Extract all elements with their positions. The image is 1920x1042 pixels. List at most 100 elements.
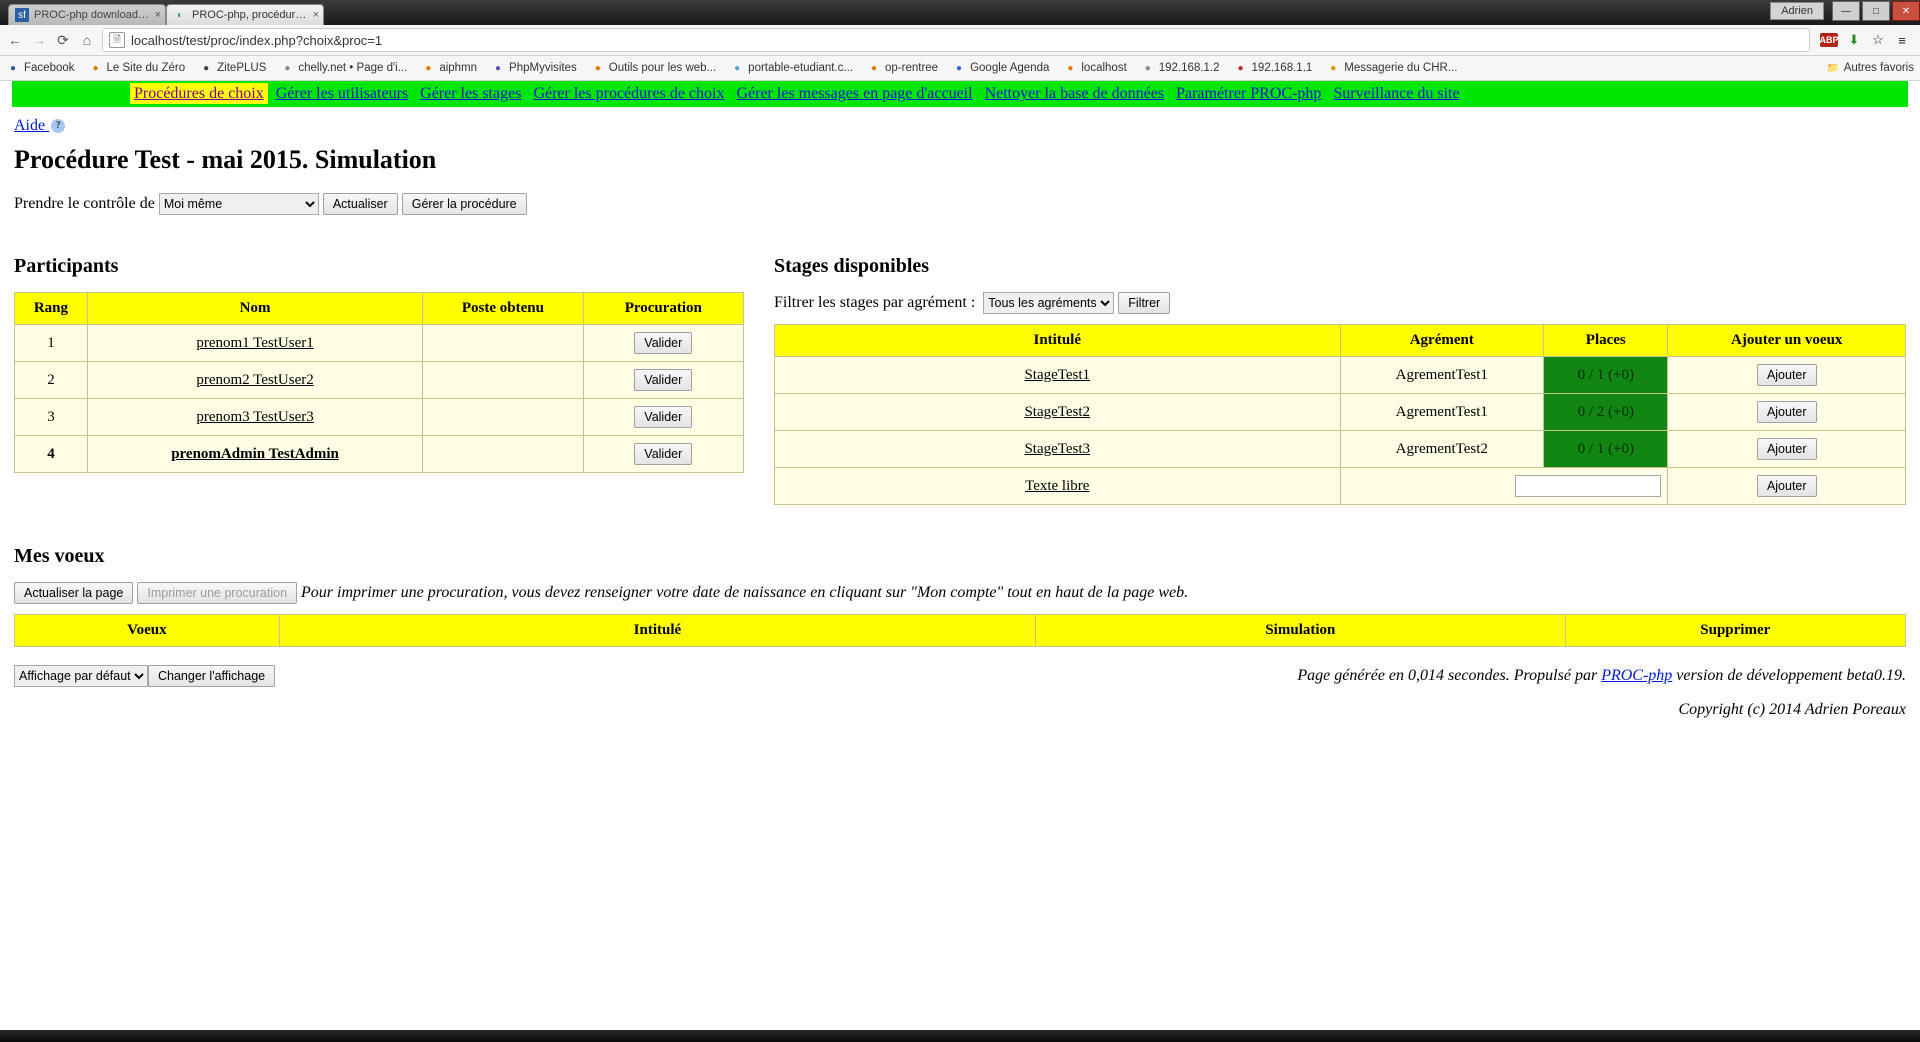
cell-stage-title: StageTest1 <box>775 357 1341 394</box>
bookmark-item[interactable]: ● Messagerie du CHR... <box>1326 61 1457 75</box>
bookmark-icon: ● <box>1326 61 1340 75</box>
table-row: 3prenom3 TestUser3Valider <box>15 399 744 436</box>
nav-item[interactable]: Nettoyer la base de données <box>981 83 1168 104</box>
bookmark-icon: ● <box>952 61 966 75</box>
back-icon[interactable]: ← <box>6 31 24 49</box>
bookmark-item[interactable]: ●Facebook <box>6 61 75 75</box>
display-select[interactable]: Affichage par défaut <box>14 665 148 687</box>
bookmark-item[interactable]: ●192.168.1.2 <box>1141 61 1220 75</box>
participant-link[interactable]: prenom3 TestUser3 <box>196 409 313 425</box>
reload-icon[interactable]: ⟳ <box>54 31 72 49</box>
browser-tab-1[interactable]: ◐ PROC-php, procédure de ... × <box>166 4 324 25</box>
url-text: localhost/test/proc/index.php?choix&proc… <box>131 33 382 48</box>
refresh-button[interactable]: Actualiser <box>323 193 398 215</box>
th-voeux-title: Intitulé <box>279 615 1035 647</box>
add-button[interactable]: Ajouter <box>1757 438 1817 460</box>
stage-link[interactable]: StageTest3 <box>1024 441 1090 457</box>
bookmark-label: 192.168.1.1 <box>1252 62 1313 74</box>
bookmark-item[interactable]: ●ZitePLUS <box>199 61 266 75</box>
bookmark-item[interactable]: ●PhpMyvisites <box>491 61 577 75</box>
bookmark-icon: ● <box>491 61 505 75</box>
browser-tab-0[interactable]: sf PROC-php download | So... × <box>8 4 166 25</box>
close-icon[interactable]: × <box>313 9 319 21</box>
participant-link[interactable]: prenom2 TestUser2 <box>196 372 313 388</box>
validate-button[interactable]: Valider <box>634 443 692 465</box>
nav-item[interactable]: Gérer les messages en page d'accueil <box>732 83 976 104</box>
bookmark-star-icon[interactable]: ☆ <box>1870 32 1886 48</box>
change-display-button[interactable]: Changer l'affichage <box>148 665 275 687</box>
bookmark-item[interactable]: ●aiphmn <box>421 61 477 75</box>
bookmark-label: Messagerie du CHR... <box>1344 62 1457 74</box>
close-icon[interactable]: × <box>155 9 161 21</box>
forward-icon[interactable]: → <box>30 31 48 49</box>
cell-name: prenomAdmin TestAdmin <box>87 436 422 473</box>
cell-stage-add: Ajouter <box>1668 357 1906 394</box>
bookmark-item[interactable]: ●192.168.1.1 <box>1234 61 1313 75</box>
th-name: Nom <box>87 293 422 325</box>
footer-generated: Page générée en 0,014 secondes. Propulsé… <box>1297 667 1906 685</box>
cell-stage-agr: AgrementTest2 <box>1340 431 1544 468</box>
refresh-page-button[interactable]: Actualiser la page <box>14 582 133 604</box>
add-button[interactable]: Ajouter <box>1757 475 1817 497</box>
cell-stage-title: StageTest3 <box>775 431 1341 468</box>
participant-link[interactable]: prenom1 TestUser1 <box>196 335 313 351</box>
add-button[interactable]: Ajouter <box>1757 364 1817 386</box>
nav-item[interactable]: Gérer les stages <box>416 83 525 104</box>
help-icon: ? <box>51 119 65 133</box>
add-button[interactable]: Ajouter <box>1757 401 1817 423</box>
nav-item[interactable]: Surveillance du site <box>1329 83 1463 104</box>
stage-link[interactable]: StageTest1 <box>1024 367 1090 383</box>
validate-button[interactable]: Valider <box>634 369 692 391</box>
th-post: Poste obtenu <box>423 293 583 325</box>
nav-item[interactable]: Gérer les utilisateurs <box>272 83 412 104</box>
stages-table: Intitulé Agrément Places Ajouter un voeu… <box>774 324 1906 505</box>
abp-icon[interactable]: ABP <box>1820 33 1838 47</box>
free-text-input[interactable] <box>1515 475 1661 497</box>
proc-php-link[interactable]: PROC-php <box>1601 667 1672 684</box>
filter-select[interactable]: Tous les agréments <box>983 292 1114 314</box>
cell-stage-agr: AgrementTest1 <box>1340 394 1544 431</box>
th-voeux-sim: Simulation <box>1036 615 1565 647</box>
nav-item[interactable]: Procédures de choix <box>130 83 268 104</box>
bookmark-item[interactable]: ●op-rentree <box>867 61 938 75</box>
os-taskbar[interactable] <box>0 1030 1920 1042</box>
address-bar[interactable]: 🗎 localhost/test/proc/index.php?choix&pr… <box>102 28 1810 52</box>
filter-row: Filtrer les stages par agrément : Tous l… <box>774 292 1906 314</box>
bookmark-item[interactable]: ●chelly.net • Page d'i... <box>280 61 407 75</box>
extension-icon[interactable]: ⬇ <box>1846 32 1862 48</box>
bookmark-icon: ● <box>591 61 605 75</box>
cell-post <box>423 325 583 362</box>
other-bookmarks[interactable]: 📁 Autres favoris <box>1826 61 1914 75</box>
stage-link[interactable]: StageTest2 <box>1024 404 1090 420</box>
free-text-link[interactable]: Texte libre <box>1025 478 1089 494</box>
nav-item[interactable]: Gérer les procédures de choix <box>529 83 728 104</box>
help-link[interactable]: Aide <box>14 117 49 134</box>
bookmark-label: localhost <box>1081 62 1126 74</box>
filter-label: Filtrer les stages par agrément : <box>774 294 975 311</box>
cell-proxy: Valider <box>583 362 743 399</box>
th-stage-agr: Agrément <box>1340 325 1544 357</box>
bookmark-icon: ● <box>421 61 435 75</box>
validate-button[interactable]: Valider <box>634 406 692 428</box>
table-row: 1prenom1 TestUser1Valider <box>15 325 744 362</box>
bookmark-item[interactable]: ●Outils pour les web... <box>591 61 716 75</box>
menu-icon[interactable]: ≡ <box>1894 32 1910 48</box>
bookmark-item[interactable]: ●localhost <box>1063 61 1126 75</box>
maximize-button[interactable]: □ <box>1862 1 1890 21</box>
nav-item[interactable]: Paramétrer PROC-php <box>1172 83 1325 104</box>
user-badge[interactable]: Adrien <box>1770 2 1824 20</box>
bookmark-item[interactable]: ●Google Agenda <box>952 61 1049 75</box>
filter-button[interactable]: Filtrer <box>1118 292 1170 314</box>
participant-link[interactable]: prenomAdmin TestAdmin <box>171 446 339 462</box>
print-proxy-button[interactable]: Imprimer une procuration <box>137 582 297 604</box>
window-close-button[interactable]: ✕ <box>1892 1 1920 21</box>
bookmark-item[interactable]: ●Le Site du Zéro <box>89 61 186 75</box>
home-icon[interactable]: ⌂ <box>78 31 96 49</box>
manage-procedure-button[interactable]: Gérer la procédure <box>402 193 527 215</box>
bookmark-label: 192.168.1.2 <box>1159 62 1220 74</box>
voeux-heading: Mes voeux <box>14 545 1906 568</box>
minimize-button[interactable]: — <box>1832 1 1860 21</box>
control-user-select[interactable]: Moi même <box>159 193 319 215</box>
validate-button[interactable]: Valider <box>634 332 692 354</box>
bookmark-item[interactable]: ●portable-etudiant.c... <box>730 61 853 75</box>
